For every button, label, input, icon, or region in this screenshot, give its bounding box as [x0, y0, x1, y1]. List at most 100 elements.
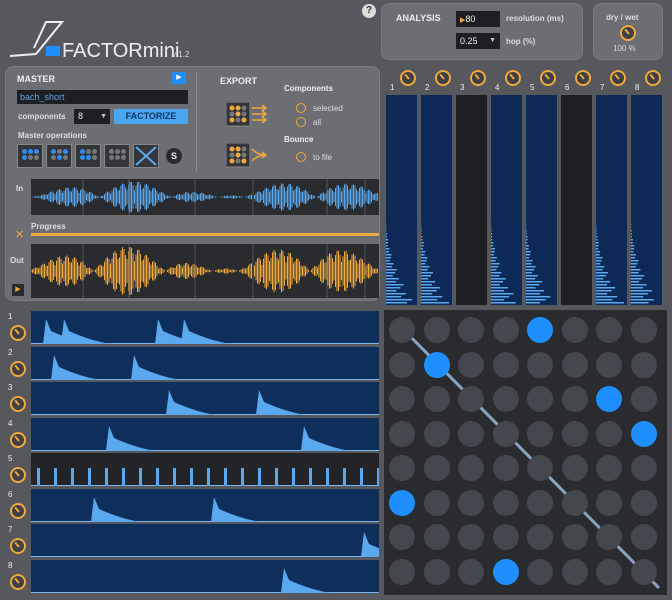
matrix-cell-6-2[interactable]: [423, 489, 450, 516]
matrix-cell-2-7[interactable]: [596, 351, 622, 378]
matrix-cell-6-4[interactable]: [492, 489, 519, 516]
matrix-cell-8-4[interactable]: [492, 558, 519, 585]
column-gain-knob-5[interactable]: [540, 70, 556, 86]
master-play-button[interactable]: ▶: [172, 72, 186, 84]
matrix-cell-5-5[interactable]: [527, 455, 553, 481]
out-waveform[interactable]: [31, 244, 379, 298]
matrix-cell-1-5[interactable]: [527, 317, 553, 343]
spectral-column-4[interactable]: [491, 95, 522, 305]
matrix-cell-1-6[interactable]: [561, 317, 588, 343]
matrix-cell-4-1[interactable]: [389, 420, 415, 447]
close-icon[interactable]: ✕: [15, 228, 24, 241]
column-gain-knob-1[interactable]: [400, 70, 416, 86]
lane-gain-knob-2[interactable]: [10, 360, 26, 377]
op-button-1[interactable]: [17, 144, 43, 168]
activation-lane-3[interactable]: [31, 382, 379, 415]
matrix-cell-1-2[interactable]: [423, 317, 450, 343]
matrix-cell-1-8[interactable]: [630, 317, 657, 343]
lane-gain-knob-3[interactable]: [10, 396, 26, 412]
activation-lane-6[interactable]: [31, 488, 379, 522]
column-gain-knob-8[interactable]: [645, 70, 661, 86]
op-button-4[interactable]: [104, 144, 130, 168]
spectral-column-7[interactable]: [596, 95, 627, 305]
activation-lane-8[interactable]: [31, 559, 379, 593]
activation-lane-2[interactable]: [31, 346, 379, 380]
matrix-cell-2-3[interactable]: [458, 351, 484, 378]
spectral-column-6[interactable]: [561, 95, 592, 305]
matrix-cell-7-3[interactable]: [458, 524, 484, 550]
matrix-cell-7-2[interactable]: [423, 524, 450, 550]
lane-gain-knob-4[interactable]: [10, 431, 26, 448]
matrix-cell-7-1[interactable]: [389, 524, 415, 550]
matrix-cell-7-7[interactable]: [596, 524, 622, 550]
matrix-cell-1-7[interactable]: [596, 317, 622, 343]
matrix-cell-4-7[interactable]: [596, 420, 622, 447]
activation-lane-5[interactable]: [31, 453, 380, 486]
matrix-cell-4-4[interactable]: [492, 420, 519, 447]
lane-gain-knob-6[interactable]: [10, 502, 26, 519]
matrix-cell-2-2[interactable]: [423, 351, 450, 378]
matrix-cell-6-8[interactable]: [630, 489, 657, 516]
matrix-cell-4-8[interactable]: [630, 420, 657, 447]
radio-selected[interactable]: [296, 103, 306, 113]
matrix-cell-4-6[interactable]: [561, 420, 588, 447]
matrix-cell-3-5[interactable]: [527, 386, 553, 412]
matrix-cell-3-1[interactable]: [389, 386, 415, 412]
resolution-field[interactable]: ▶80: [456, 11, 500, 27]
radio-to-file[interactable]: [296, 152, 306, 162]
activation-lane-1[interactable]: [31, 311, 379, 344]
lane-gain-knob-1[interactable]: [10, 325, 26, 341]
matrix-cell-2-6[interactable]: [561, 351, 588, 378]
factorize-button[interactable]: FACTORIZE: [114, 109, 188, 124]
matrix-cell-7-5[interactable]: [527, 524, 553, 550]
matrix-cell-2-4[interactable]: [492, 351, 519, 378]
column-gain-knob-7[interactable]: [610, 70, 626, 86]
matrix-cell-7-4[interactable]: [492, 524, 519, 550]
matrix-cell-8-3[interactable]: [458, 558, 484, 585]
in-waveform[interactable]: [31, 179, 379, 215]
matrix-cell-1-3[interactable]: [458, 317, 484, 343]
matrix-cell-6-1[interactable]: [389, 489, 415, 516]
op-button-5[interactable]: [133, 144, 159, 168]
matrix-cell-1-4[interactable]: [492, 317, 519, 343]
matrix-cell-5-7[interactable]: [596, 455, 622, 481]
matrix-cell-4-2[interactable]: [423, 420, 450, 447]
spectral-column-5[interactable]: [526, 95, 557, 305]
matrix-cell-2-1[interactable]: [389, 351, 415, 378]
spectral-column-2[interactable]: [421, 95, 452, 305]
column-gain-knob-3[interactable]: [470, 70, 486, 86]
matrix-cell-7-8[interactable]: [630, 524, 657, 550]
matrix-cell-3-2[interactable]: [423, 386, 450, 412]
matrix-cell-2-5[interactable]: [527, 351, 553, 378]
matrix-cell-2-8[interactable]: [630, 351, 657, 378]
out-play-button[interactable]: ▶: [12, 284, 24, 296]
matrix-cell-5-2[interactable]: [423, 455, 450, 481]
matrix-cell-4-3[interactable]: [458, 420, 484, 447]
matrix-cell-5-6[interactable]: [561, 455, 588, 481]
matrix-cell-3-4[interactable]: [492, 386, 519, 412]
matrix-cell-8-7[interactable]: [596, 558, 622, 585]
matrix-cell-4-5[interactable]: [527, 420, 553, 447]
matrix-cell-8-5[interactable]: [527, 558, 553, 585]
matrix-cell-6-7[interactable]: [596, 489, 622, 516]
lane-gain-knob-7[interactable]: [10, 538, 26, 554]
export-components-icon[interactable]: [226, 102, 270, 128]
hop-dropdown[interactable]: 0.25 ▼: [456, 33, 500, 49]
activation-lane-7[interactable]: [31, 524, 411, 557]
matrix-cell-1-1[interactable]: [389, 317, 415, 343]
spectral-column-1[interactable]: [386, 95, 417, 305]
spectral-column-3[interactable]: [456, 95, 487, 305]
matrix-cell-3-6[interactable]: [561, 386, 588, 412]
matrix-cell-3-8[interactable]: [630, 386, 657, 412]
op-button-2[interactable]: [46, 144, 72, 168]
file-name-field[interactable]: bach_short: [17, 90, 188, 104]
help-button[interactable]: ?: [362, 4, 376, 18]
column-gain-knob-4[interactable]: [505, 70, 521, 86]
radio-all[interactable]: [296, 117, 306, 127]
matrix-cell-5-8[interactable]: [630, 455, 657, 481]
matrix-cell-6-5[interactable]: [527, 489, 553, 516]
matrix-cell-8-2[interactable]: [423, 558, 450, 585]
matrix-cell-7-6[interactable]: [561, 524, 588, 550]
drywet-knob[interactable]: [620, 25, 636, 41]
matrix-cell-6-6[interactable]: [561, 489, 588, 516]
